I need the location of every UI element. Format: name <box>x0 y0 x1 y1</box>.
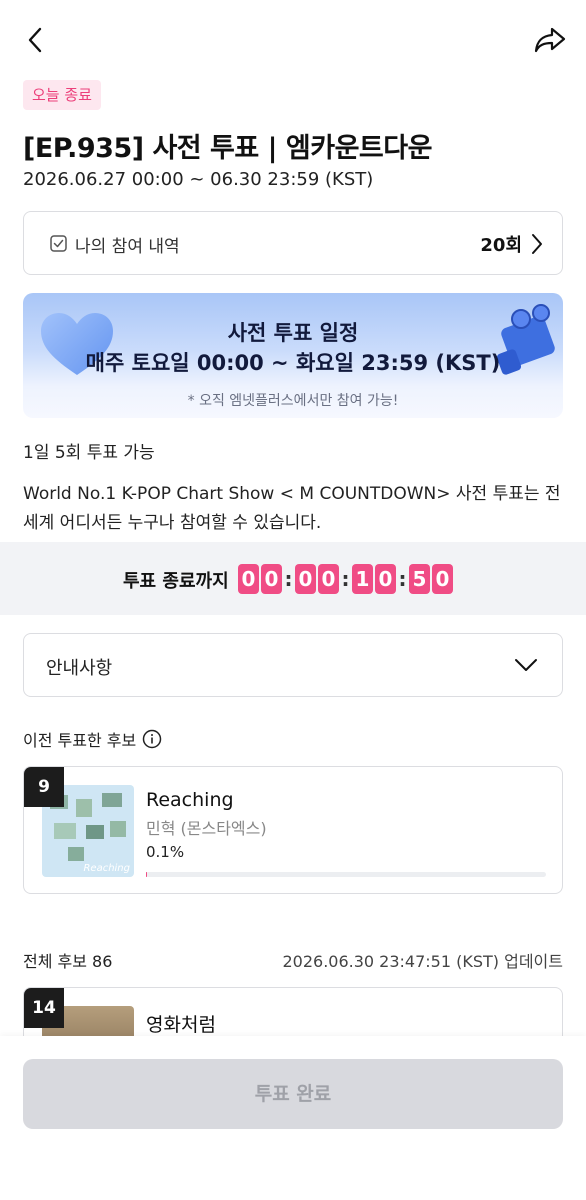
countdown-digit: 5 <box>409 564 430 594</box>
countdown-section: 투표 종료까지 0 0 : 0 0 : 1 0 : 5 0 <box>0 542 586 615</box>
album-thumbnail-text: Reaching <box>83 863 130 874</box>
song-title: Reaching <box>146 789 234 811</box>
banner-title: 사전 투표 일정 <box>227 321 359 345</box>
chevron-down-icon <box>515 659 537 671</box>
vote-progress-bar <box>146 872 546 877</box>
song-title: 영화처럼 <box>146 1014 216 1036</box>
vote-complete-button[interactable]: 투표 완료 <box>23 1059 563 1129</box>
daily-limit: 1일 5회 투표 가능 <box>23 443 155 463</box>
back-button[interactable] <box>18 22 54 58</box>
history-count: 20회 <box>480 235 522 256</box>
countdown-separator: : <box>341 567 350 591</box>
history-label: 나의 참여 내역 <box>75 237 180 257</box>
countdown-separator: : <box>284 567 293 591</box>
status-badge: 오늘 종료 <box>23 80 101 110</box>
chevron-right-icon <box>532 234 542 254</box>
countdown-digit: 0 <box>261 564 282 594</box>
share-icon <box>534 27 566 53</box>
countdown-digit: 1 <box>352 564 373 594</box>
rank-badge: 9 <box>24 767 64 807</box>
countdown-separator: : <box>398 567 407 591</box>
total-candidates: 전체 후보 86 <box>23 952 113 971</box>
previous-vote-label: 이전 투표한 후보 <box>23 731 137 750</box>
vote-percent: 0.1% <box>146 843 185 861</box>
my-participation-history[interactable]: 나의 참여 내역 20회 <box>23 211 563 275</box>
artist-name: 민혁 (몬스타엑스) <box>146 819 267 838</box>
vote-period: 2026.06.27 00:00 ~ 06.30 23:59 (KST) <box>23 169 374 190</box>
previous-vote-header: 이전 투표한 후보 <box>23 727 162 751</box>
countdown-digit: 0 <box>432 564 453 594</box>
banner-schedule: 매주 토요일 00:00 ~ 화요일 23:59 (KST) <box>85 351 501 375</box>
countdown-digit: 0 <box>375 564 396 594</box>
rank-badge: 14 <box>24 988 64 1028</box>
countdown-digit: 0 <box>318 564 339 594</box>
checkbox-icon <box>50 235 67 252</box>
chevron-left-icon <box>28 27 42 53</box>
countdown-label: 투표 종료까지 <box>123 571 229 592</box>
notice-label: 안내사항 <box>46 658 113 679</box>
update-timestamp: 2026.06.30 23:47:51 (KST) 업데이트 <box>282 952 563 971</box>
share-button[interactable] <box>532 22 568 58</box>
previous-candidate-card[interactable]: 9 Reaching Reaching 민혁 (몬스타엑스) 0.1% <box>23 766 563 894</box>
page-title: [EP.935] 사전 투표 | 엠카운트다운 <box>23 133 432 164</box>
countdown-digit: 0 <box>238 564 259 594</box>
info-icon[interactable] <box>142 729 162 749</box>
top-bar <box>0 0 586 80</box>
countdown-digit: 0 <box>295 564 316 594</box>
notice-dropdown[interactable]: 안내사항 <box>23 633 563 697</box>
banner-note: * 오직 엠넷플러스에서만 참여 가능! <box>187 393 399 409</box>
vote-progress-fill <box>146 872 148 877</box>
vote-description: World No.1 K-POP Chart Show < M COUNTDOW… <box>23 484 561 533</box>
bottom-action-bar: 투표 완료 <box>0 1036 586 1200</box>
countdown-timer: 0 0 : 0 0 : 1 0 : 5 0 <box>238 564 455 594</box>
schedule-banner: 사전 투표 일정 매주 토요일 00:00 ~ 화요일 23:59 (KST) … <box>23 293 563 418</box>
